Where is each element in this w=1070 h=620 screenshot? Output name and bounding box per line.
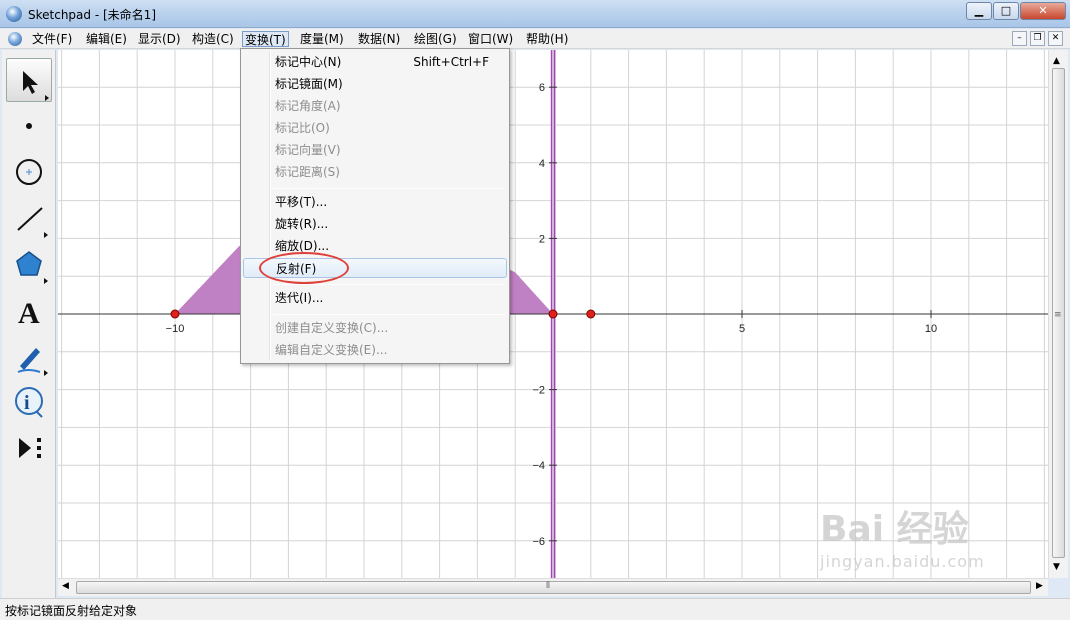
arrow-select-tool[interactable] xyxy=(6,58,52,102)
doc-restore-button[interactable]: ❐ xyxy=(1030,31,1045,46)
marker-pen-icon xyxy=(17,348,48,376)
menu-construct[interactable]: 构造(C) xyxy=(190,31,236,47)
x-tick-label: 5 xyxy=(739,323,745,335)
thumb-grip-icon: ≡ xyxy=(1054,310,1062,320)
y-tick-label: 6 xyxy=(539,82,545,94)
y-tick-label: −4 xyxy=(532,460,545,472)
compass-tool[interactable] xyxy=(6,150,52,194)
menu-edit[interactable]: 编辑(E) xyxy=(84,31,129,47)
graph-point xyxy=(548,309,558,319)
custom-tools-icon xyxy=(19,438,41,458)
info-icon: i xyxy=(15,387,43,418)
menu-help[interactable]: 帮助(H) xyxy=(524,31,570,47)
svg-text:A: A xyxy=(18,297,40,330)
baidu-jingyan-watermark: Bai 经验 jingyan.baidu.com xyxy=(820,509,985,571)
menu-bar: 文件(F) 编辑(E) 显示(D) 构造(C) 变换(T) 度量(M) 数据(N… xyxy=(0,29,1070,49)
menu-item-mark-vector: 标记向量(V) xyxy=(275,143,341,157)
shaded-polygon-right xyxy=(507,268,553,314)
x-tick-label: 10 xyxy=(925,323,937,335)
menu-separator xyxy=(273,314,505,315)
scroll-up-arrow-icon[interactable]: ▲ xyxy=(1053,56,1060,66)
coordinate-graph[interactable]: −10 5 10 6 4 2 −2 −4 −6 xyxy=(58,50,1048,578)
menu-display[interactable]: 显示(D) xyxy=(136,31,183,47)
transform-menu: 标记中心(N) Shift+Ctrl+F 标记镜面(M) 标记角度(A) 标记比(… xyxy=(240,48,510,364)
svg-text:i: i xyxy=(24,392,30,414)
menu-item-mark-distance: 标记距离(S) xyxy=(275,165,340,179)
status-text: 按标记镜面反射给定对象 xyxy=(5,604,138,618)
scroll-right-arrow-icon[interactable]: ▶ xyxy=(1036,581,1043,591)
arrow-icon xyxy=(23,71,49,101)
horizontal-scroll-thumb[interactable] xyxy=(76,581,1031,594)
segment-icon xyxy=(17,207,48,238)
menu-item-edit-custom-transform: 编辑自定义变换(E)... xyxy=(275,343,388,357)
status-bar: 按标记镜面反射给定对象 xyxy=(0,598,1070,620)
text-tool[interactable]: A xyxy=(6,288,52,332)
maximize-button[interactable]: □ xyxy=(993,2,1019,20)
y-tick-label: −6 xyxy=(532,536,545,548)
menu-item-translate[interactable]: 平移(T)... xyxy=(243,192,507,212)
menu-transform[interactable]: 变换(T) xyxy=(242,31,289,47)
straightedge-tool[interactable] xyxy=(6,196,52,240)
title-bar: Sketchpad - [未命名1] ▁ □ ✕ xyxy=(0,0,1070,28)
point-tool[interactable] xyxy=(6,104,52,148)
menu-item-mark-center[interactable]: 标记中心(N) Shift+Ctrl+F xyxy=(243,52,507,72)
circle-icon xyxy=(16,159,42,185)
graph-point xyxy=(170,309,180,319)
y-tick-label: −2 xyxy=(532,385,545,397)
menu-data[interactable]: 数据(N) xyxy=(356,31,402,47)
x-tick-label: −10 xyxy=(166,323,185,335)
doc-close-button[interactable]: ✕ xyxy=(1048,31,1063,46)
menu-separator xyxy=(273,188,505,189)
polygon-icon xyxy=(16,251,48,284)
red-annotation-circle xyxy=(259,252,349,284)
scroll-left-arrow-icon[interactable]: ◀ xyxy=(62,581,69,591)
sketchpad-app-icon xyxy=(6,6,22,22)
menu-measure[interactable]: 度量(M) xyxy=(298,31,346,47)
scroll-down-arrow-icon[interactable]: ▼ xyxy=(1053,562,1060,572)
custom-tool[interactable] xyxy=(6,426,52,470)
y-tick-label: 4 xyxy=(539,158,545,170)
menu-window[interactable]: 窗口(W) xyxy=(466,31,515,47)
menu-item-mark-mirror[interactable]: 标记镜面(M) xyxy=(243,74,507,94)
menu-item-mark-ratio: 标记比(O) xyxy=(275,121,330,135)
hthumb-grip-icon: ⦀ xyxy=(546,581,550,591)
close-button[interactable]: ✕ xyxy=(1020,2,1066,20)
marker-tool[interactable] xyxy=(6,334,52,378)
menu-separator xyxy=(273,284,505,285)
vertical-scrollbar[interactable]: ▲ ≡ ▼ xyxy=(1048,50,1068,578)
y-tick-label: 2 xyxy=(539,233,545,245)
horizontal-scrollbar[interactable]: ◀ ⦀ ▶ xyxy=(58,578,1048,596)
menu-item-mark-angle: 标记角度(A) xyxy=(275,99,341,113)
menu-graph[interactable]: 绘图(G) xyxy=(412,31,459,47)
information-tool[interactable]: i xyxy=(6,380,52,424)
doc-minimize-button[interactable]: – xyxy=(1012,31,1027,46)
text-a-icon: A xyxy=(18,297,40,330)
toolbox: A i xyxy=(2,50,56,598)
polygon-tool[interactable] xyxy=(6,242,52,286)
minimize-button[interactable]: ▁ xyxy=(966,2,992,20)
point-icon xyxy=(26,123,32,129)
menu-file[interactable]: 文件(F) xyxy=(30,31,74,47)
menu-item-iterate[interactable]: 迭代(I)... xyxy=(243,288,507,308)
menu-item-rotate[interactable]: 旋转(R)... xyxy=(243,214,507,234)
document-icon[interactable] xyxy=(8,32,22,46)
shortcut-text: Shift+Ctrl+F xyxy=(413,55,489,69)
menu-item-create-custom-transform: 创建自定义变换(C)... xyxy=(275,321,389,335)
graph-point xyxy=(586,309,596,319)
sketch-canvas[interactable]: −10 5 10 6 4 2 −2 −4 −6 xyxy=(58,50,1048,578)
window-title: Sketchpad - [未命名1] xyxy=(28,8,156,22)
